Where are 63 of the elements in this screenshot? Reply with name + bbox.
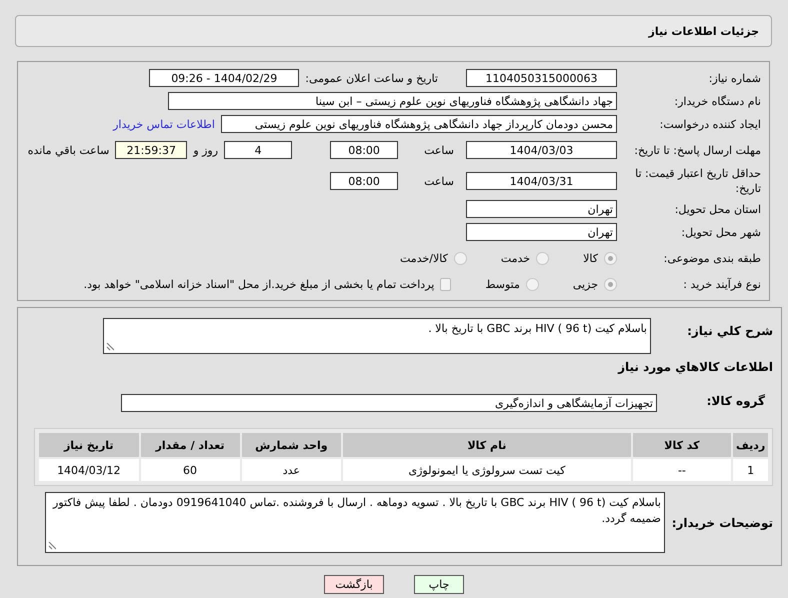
print-button[interactable]: چاپ xyxy=(414,575,464,594)
validity-time-field: 08:00 xyxy=(330,172,398,190)
resize-grip-icon[interactable] xyxy=(106,343,114,351)
payment-note: پرداخت تمام یا بخشی از مبلغ خرید.از محل "اسناد خزانه اسلامی" خواهد بود. xyxy=(84,278,434,290)
radio-button[interactable] xyxy=(536,252,550,264)
column-header: نام کالا xyxy=(343,433,631,457)
column-header: کد کالا xyxy=(632,433,732,457)
buyer-field: جهاد دانشگاهی پژوهشگاه فناوریهای نوین علوم زیستی – ابن سینا xyxy=(168,92,617,110)
field-label: تاریخ و ساعت اعلان عمومی: xyxy=(305,72,438,84)
table-cell: عدد xyxy=(242,459,342,481)
city-field: تهران xyxy=(466,223,617,241)
field-label: حداقل تاریخ اعتبار قیمت: تا تاریخ: xyxy=(634,166,762,196)
option-label: جزیی xyxy=(572,278,598,290)
section-title: اطلاعات کالاهاي مورد نياز xyxy=(618,360,773,374)
deadline-date-field: 1404/03/03 xyxy=(466,141,617,159)
option-label: متوسط xyxy=(485,278,520,290)
time-label: ساعت xyxy=(424,174,454,188)
table-cell: -- xyxy=(632,459,732,481)
field-label: استان محل تحویل: xyxy=(674,202,762,216)
field-label: نام دستگاه خریدار: xyxy=(673,94,762,108)
field-label: شماره نیاز: xyxy=(708,70,762,86)
page-title: جزئیات اطلاعات نیاز xyxy=(648,24,759,38)
product-group-field: تجهیزات آزمایشگاهی و اندازه‌گیری xyxy=(121,394,657,412)
column-header: ردیف xyxy=(733,433,768,457)
radio-button[interactable] xyxy=(526,278,539,290)
option-label: کالا/خدمت xyxy=(400,252,448,264)
deadline-time-field: 08:00 xyxy=(330,141,398,159)
field-label: نوع فرآیند خرید : xyxy=(682,276,762,292)
province-field: تهران xyxy=(466,200,617,218)
days-field: 4 xyxy=(224,141,292,159)
need-number-field: 1104050315000063 xyxy=(466,69,617,87)
column-header: واحد شمارش xyxy=(242,433,342,457)
radio-button[interactable] xyxy=(604,252,617,264)
checkbox[interactable] xyxy=(440,278,452,290)
days-label: روز و xyxy=(193,144,218,156)
resize-grip-icon[interactable] xyxy=(48,542,56,550)
buyer-notes-box[interactable]: باسلام کیت HIV ( 96 t) برند GBC با تاریخ بالا . تسویه دوماهه . ارسال با فروشنده .تماس 0919641040 دودمان . لطفا پیش فاکتور ضمیمه گردد. xyxy=(45,492,665,553)
remaining-label: ساعت باقي مانده xyxy=(28,144,110,156)
validity-date-field: 1404/03/31 xyxy=(466,172,617,190)
field-label: شهر محل تحویل: xyxy=(680,224,762,240)
radio-button[interactable] xyxy=(604,278,617,290)
field-label: طبقه بندی موضوعی: xyxy=(662,250,762,266)
section-label: گروه کالا: xyxy=(706,394,766,408)
option-label: خدمت xyxy=(500,252,530,264)
creator-field: محسن دودمان کارپرداز جهاد دانشگاهی پژوهشگاه فناوریهای نوین علوم زیستی xyxy=(221,115,617,133)
column-header: تعداد / مقدار xyxy=(140,433,240,457)
table-cell: 1404/03/12 xyxy=(39,459,139,481)
field-label: ایجاد کننده درخواست: xyxy=(658,116,762,132)
radio-button[interactable] xyxy=(454,252,467,264)
section-label: شرح کلي نياز: xyxy=(686,323,773,338)
announce-date-field: 1404/02/29 - 09:26 xyxy=(149,69,300,87)
column-header: تاریخ نیاز xyxy=(39,433,139,457)
field-label: مهلت ارسال پاسخ: تا تاریخ: xyxy=(633,142,762,158)
section-label: توضیحات خریدار: xyxy=(673,515,773,530)
table-cell: 1 xyxy=(733,459,768,481)
contact-link[interactable]: اطلاعات تماس خریدار xyxy=(113,118,215,130)
remaining-time-field: 21:59:37 xyxy=(115,141,188,159)
table-cell: 60 xyxy=(140,459,240,481)
back-button[interactable]: بازگشت xyxy=(324,575,384,594)
table-cell: کیت تست سرولوژی یا ایمونولوژی xyxy=(343,459,631,481)
description-box[interactable]: باسلام کیت HIV ( 96 t) برند GBC با تاریخ بالا . xyxy=(103,318,651,354)
option-label: کالا xyxy=(583,252,598,264)
time-label: ساعت xyxy=(424,144,454,156)
